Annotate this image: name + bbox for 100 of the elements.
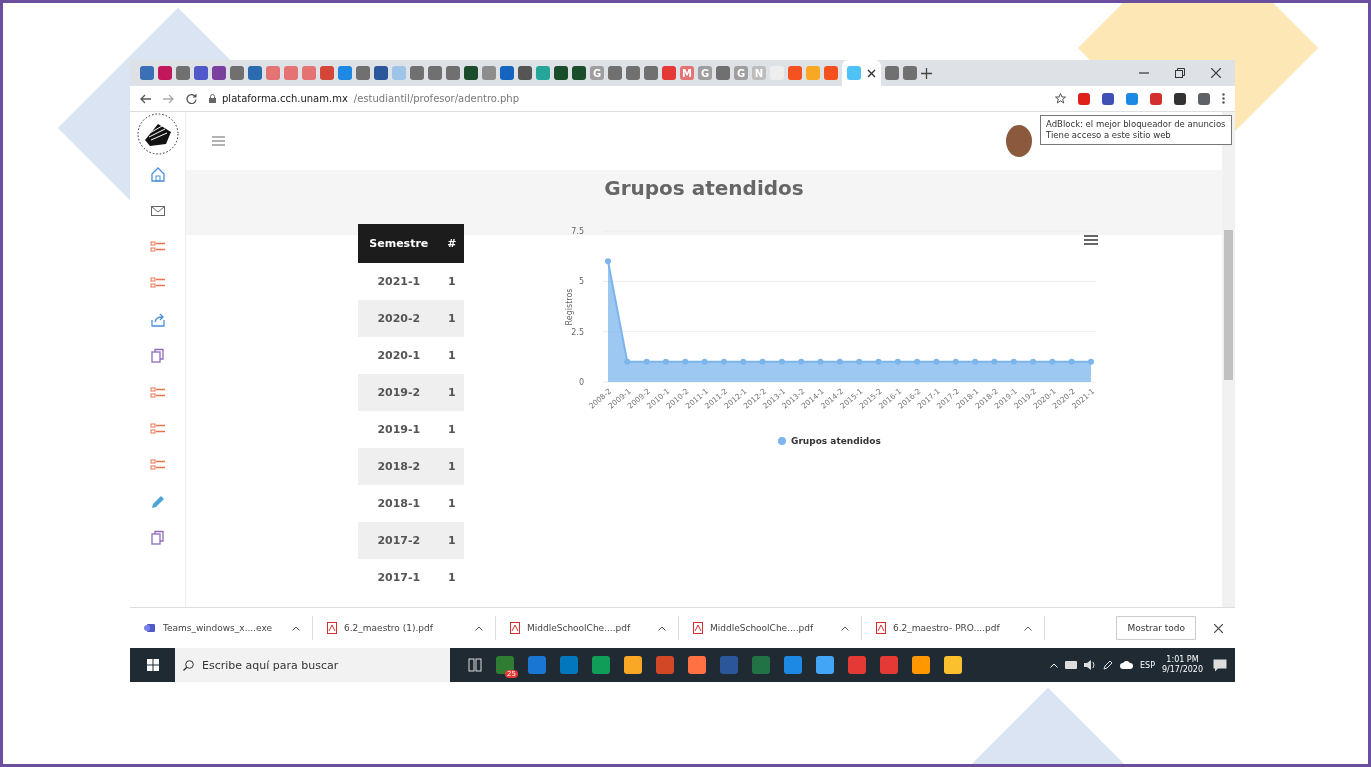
address-field[interactable]: plataforma.cch.unam.mx /estudiantil/profesor/adentro.php (209, 93, 1043, 104)
tab-favicon-icon[interactable] (518, 66, 532, 80)
forward-icon[interactable] (163, 93, 174, 104)
tab-favicon-icon[interactable] (392, 66, 406, 80)
data-point (643, 358, 650, 365)
windows-icon[interactable] (146, 659, 159, 671)
network-icon[interactable] (1065, 660, 1077, 670)
avatar[interactable] (1006, 125, 1032, 157)
download-item[interactable]: 6.2_maestro (1).pdf (313, 616, 496, 640)
tab-favicon-icon[interactable] (302, 66, 316, 80)
more-icon[interactable] (1222, 93, 1225, 104)
tab-favicon-icon[interactable] (428, 66, 442, 80)
legend-label[interactable]: Grupos atendidos (791, 436, 881, 446)
tab-favicon-icon[interactable] (374, 66, 388, 80)
tab-favicon-icon[interactable] (788, 66, 802, 80)
taskbar-app-icon[interactable] (624, 656, 642, 674)
tab-favicon-icon[interactable] (464, 66, 478, 80)
download-item[interactable]: MiddleSchoolChe....pdf (679, 616, 862, 640)
tab-favicon-icon[interactable] (176, 66, 190, 80)
tab-favicon-icon[interactable] (356, 66, 370, 80)
caret-icon[interactable] (1024, 625, 1032, 631)
taskbar-app-icon[interactable] (656, 656, 674, 674)
download-item[interactable]: Teams_windows_x....exe (130, 616, 313, 640)
taskbar-app-icon[interactable] (560, 656, 578, 674)
reload-icon[interactable] (186, 93, 197, 104)
tab-favicon-icon[interactable] (536, 66, 550, 80)
taskbar-app-icon[interactable] (592, 656, 610, 674)
tab-favicon-icon[interactable] (410, 66, 424, 80)
pen-icon[interactable] (1103, 660, 1113, 670)
tab-favicon-icon[interactable] (140, 66, 154, 80)
caret-icon[interactable] (292, 625, 300, 631)
tab-favicon-icon[interactable] (662, 66, 676, 80)
show-all-button[interactable]: Mostrar todo (1116, 616, 1196, 640)
plus-icon[interactable] (921, 67, 932, 79)
caret-icon[interactable] (475, 625, 483, 631)
copy-icon[interactable] (149, 348, 166, 365)
tab-favicon-icon[interactable] (626, 66, 640, 80)
tab-favicon-icon[interactable] (446, 66, 460, 80)
tab-favicon-icon[interactable] (284, 66, 298, 80)
taskbar-app-icon[interactable] (912, 656, 930, 674)
language-indicator[interactable]: ESP (1140, 660, 1155, 670)
tab-favicon-icon[interactable] (716, 66, 730, 80)
download-item[interactable]: MiddleSchoolChe....pdf (496, 616, 679, 640)
taskbar-app-icon[interactable] (784, 656, 802, 674)
caret-icon[interactable] (841, 625, 849, 631)
notification-icon[interactable] (1213, 658, 1227, 672)
clock[interactable]: 1:01 PM 9/17/2020 (1161, 655, 1203, 675)
caret-icon[interactable] (658, 625, 666, 631)
tab-favicon-icon[interactable] (320, 66, 334, 80)
taskbar-app-icon[interactable] (688, 656, 706, 674)
list-icon[interactable] (149, 420, 166, 437)
tab-favicon-icon[interactable] (572, 66, 586, 80)
table-cell: 1 (439, 485, 464, 522)
list-icon[interactable] (149, 238, 166, 255)
menu-icon[interactable] (1083, 235, 1099, 245)
extension-icon[interactable] (1174, 92, 1186, 105)
extension-icon[interactable] (1198, 92, 1210, 105)
taskbar-app-icon[interactable] (752, 656, 770, 674)
share-icon[interactable] (149, 311, 166, 328)
download-item[interactable]: 6.2_maestro- PRO....pdf (862, 616, 1045, 640)
data-point (1049, 358, 1056, 365)
tab-favicon-icon[interactable] (608, 66, 622, 80)
tab-favicon-icon[interactable] (806, 66, 820, 80)
tab-favicon-icon[interactable] (212, 66, 226, 80)
copy-icon[interactable] (149, 530, 166, 547)
tab-favicon-icon[interactable] (158, 66, 172, 80)
close-icon[interactable] (1211, 68, 1221, 78)
tab-favicon-icon[interactable] (500, 66, 514, 80)
taskbar-app-icon[interactable] (848, 656, 866, 674)
restore-icon[interactable] (1175, 68, 1185, 78)
tab-favicon-icon[interactable] (338, 66, 352, 80)
table-cell: 2020-1 (358, 337, 440, 374)
tab-favicon-icon[interactable] (194, 66, 208, 80)
pencil-icon[interactable] (149, 493, 166, 510)
taskbar-app-icon[interactable] (816, 656, 834, 674)
close-icon[interactable] (867, 68, 876, 78)
back-icon[interactable] (140, 93, 151, 104)
taskbar-app-icon[interactable] (880, 656, 898, 674)
tab-favicon-icon[interactable] (248, 66, 262, 80)
tab-favicon-icon[interactable] (230, 66, 244, 80)
taskbar-app-icon[interactable] (944, 656, 962, 674)
tab-favicon-icon[interactable] (885, 66, 899, 80)
list-icon[interactable] (149, 384, 166, 401)
logo-icon (135, 112, 180, 156)
scrollbar-thumb[interactable] (1224, 230, 1233, 380)
task-view-icon[interactable] (468, 658, 482, 672)
tab-favicon-icon[interactable] (644, 66, 658, 80)
tab-favicon-icon[interactable] (824, 66, 838, 80)
speaker-icon[interactable] (1084, 660, 1096, 670)
home-icon[interactable] (149, 166, 166, 183)
tab-favicon-icon[interactable] (266, 66, 280, 80)
taskbar-app-icon[interactable] (720, 656, 738, 674)
extension-icon[interactable] (1102, 92, 1114, 105)
tab-favicon-icon[interactable] (554, 66, 568, 80)
search-field[interactable]: Escribe aquí para buscar (175, 648, 450, 682)
close-icon[interactable] (1214, 623, 1223, 633)
star-icon[interactable] (1055, 93, 1066, 104)
cloud-icon[interactable] (1120, 661, 1133, 669)
tab-favicon-icon[interactable] (482, 66, 496, 80)
taskbar-app-icon[interactable] (528, 656, 546, 674)
